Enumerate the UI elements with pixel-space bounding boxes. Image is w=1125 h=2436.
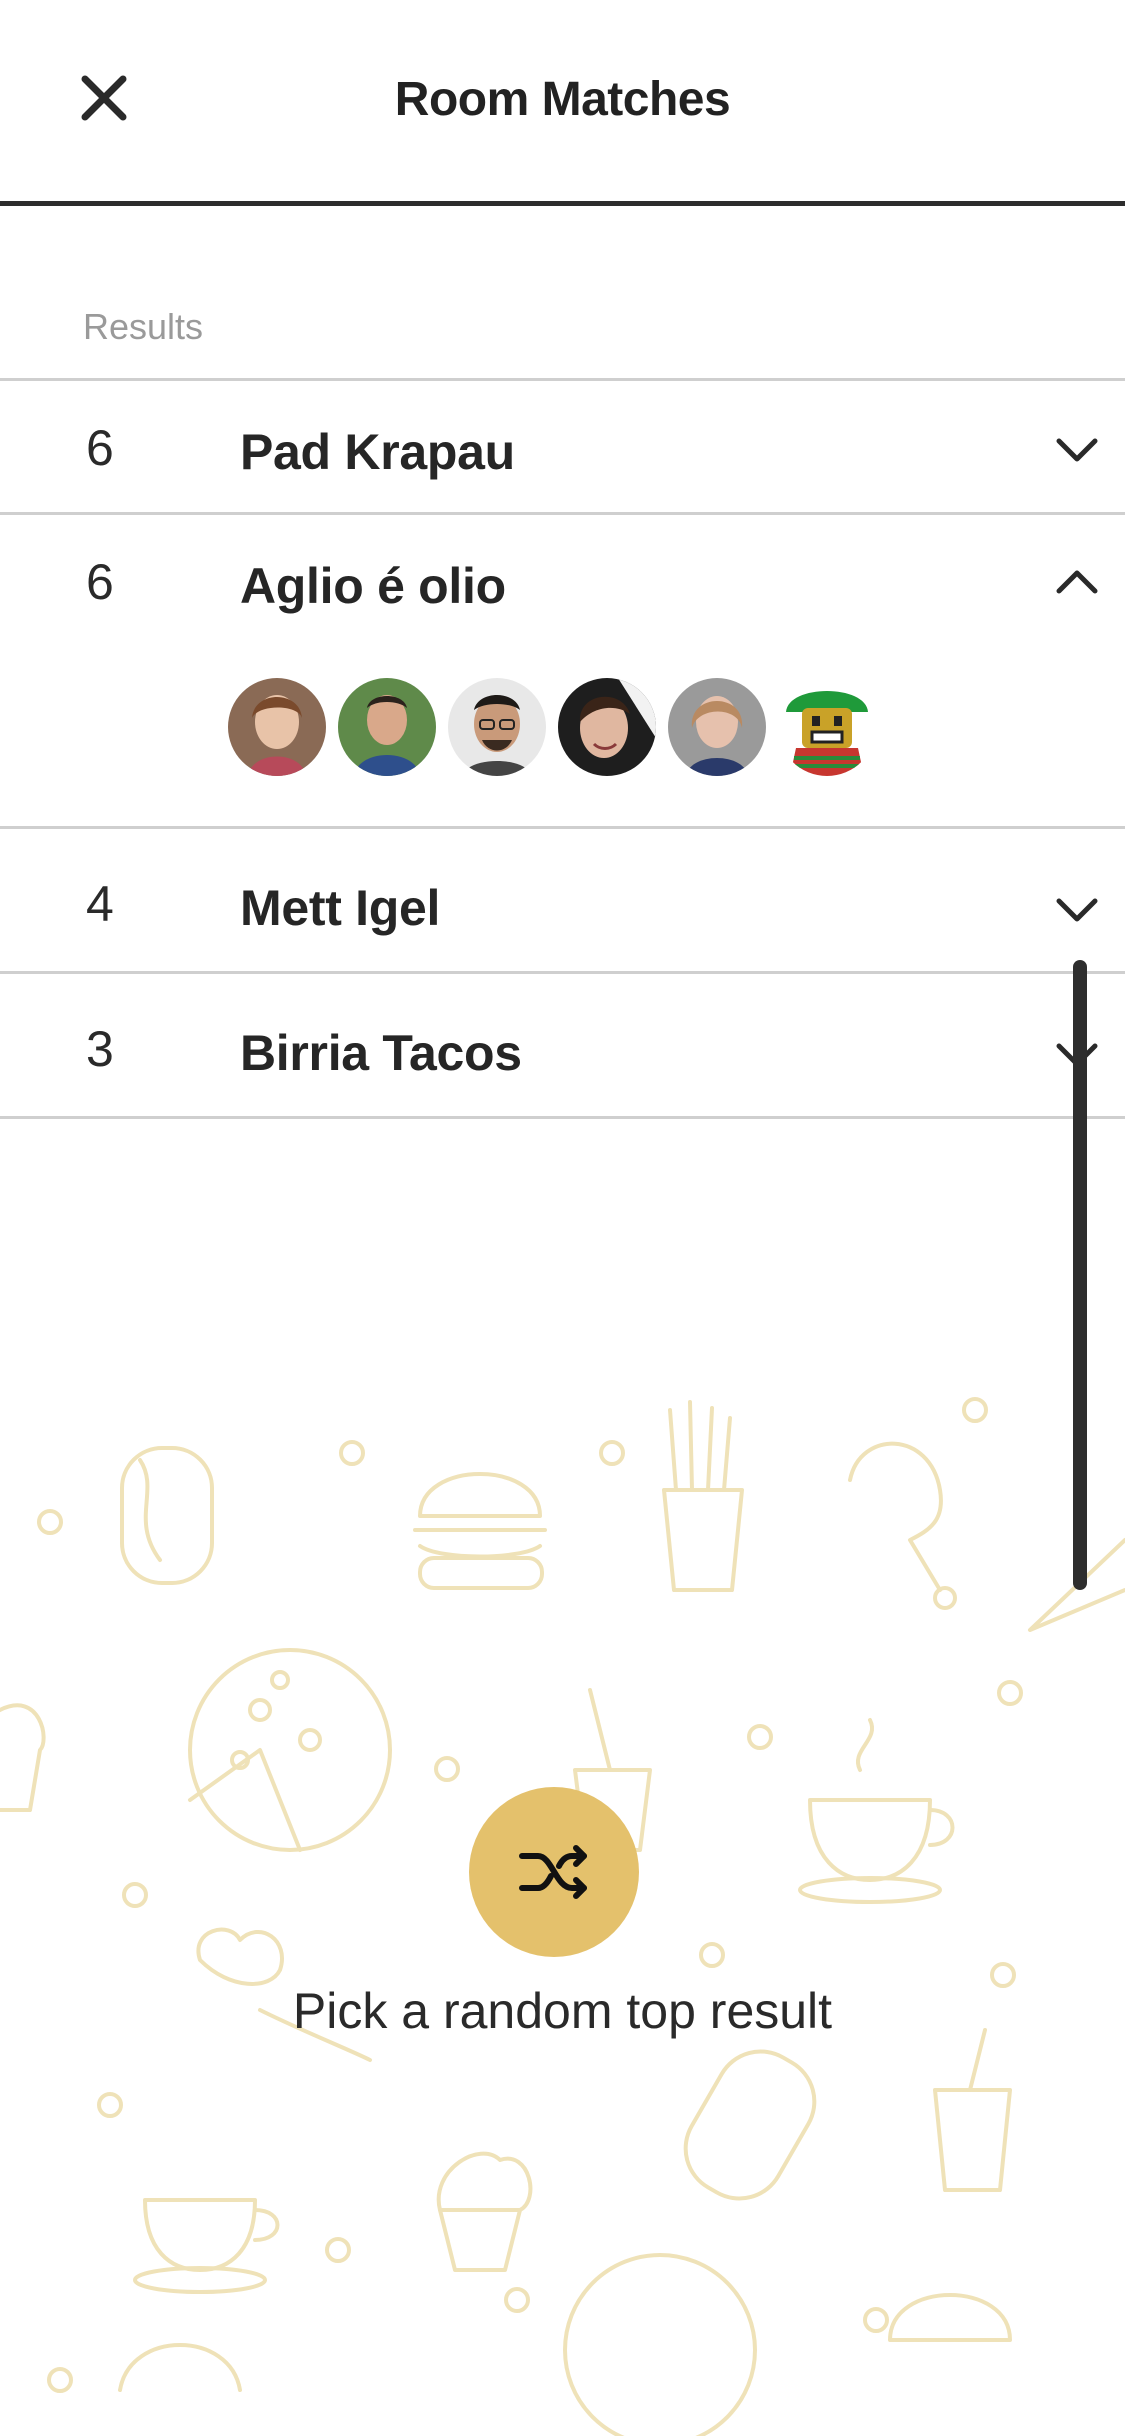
- match-count: 3: [86, 1021, 114, 1077]
- avatar: [228, 678, 326, 776]
- scrollbar[interactable]: [1073, 960, 1087, 1590]
- result-row[interactable]: 3 Birria Tacos: [0, 971, 1125, 1119]
- match-count: 4: [86, 876, 114, 932]
- result-row[interactable]: 6 Pad Krapau: [0, 378, 1125, 512]
- avatar: [778, 678, 876, 776]
- chevron-down-icon[interactable]: [1053, 425, 1101, 473]
- match-count: 6: [86, 554, 114, 610]
- top-bar: Room Matches: [0, 0, 1125, 206]
- shuffle-button[interactable]: [469, 1787, 639, 1957]
- results-section-label: Results: [83, 306, 204, 347]
- chevron-up-icon[interactable]: [1053, 559, 1101, 607]
- chevron-down-icon[interactable]: [1053, 885, 1101, 933]
- shuffle-label: Pick a random top result: [292, 1983, 833, 2039]
- result-row[interactable]: 4 Mett Igel: [0, 826, 1125, 971]
- result-name: Mett Igel: [240, 880, 441, 936]
- result-name: Birria Tacos: [240, 1025, 522, 1081]
- avatar: [558, 678, 656, 776]
- result-row-expanded[interactable]: 6 Aglio é olio: [0, 512, 1125, 826]
- avatar: [448, 678, 546, 776]
- participant-avatars: [0, 646, 1125, 826]
- avatar: [338, 678, 436, 776]
- shuffle-icon: [519, 1845, 587, 1899]
- result-name: Aglio é olio: [240, 558, 506, 614]
- avatar: [668, 678, 766, 776]
- page-title: Room Matches: [394, 73, 731, 126]
- result-name: Pad Krapau: [240, 424, 515, 480]
- results-list: 6 Pad Krapau 6 Aglio é olio 4 Mett Igel …: [0, 378, 1125, 1119]
- match-count: 6: [86, 420, 114, 476]
